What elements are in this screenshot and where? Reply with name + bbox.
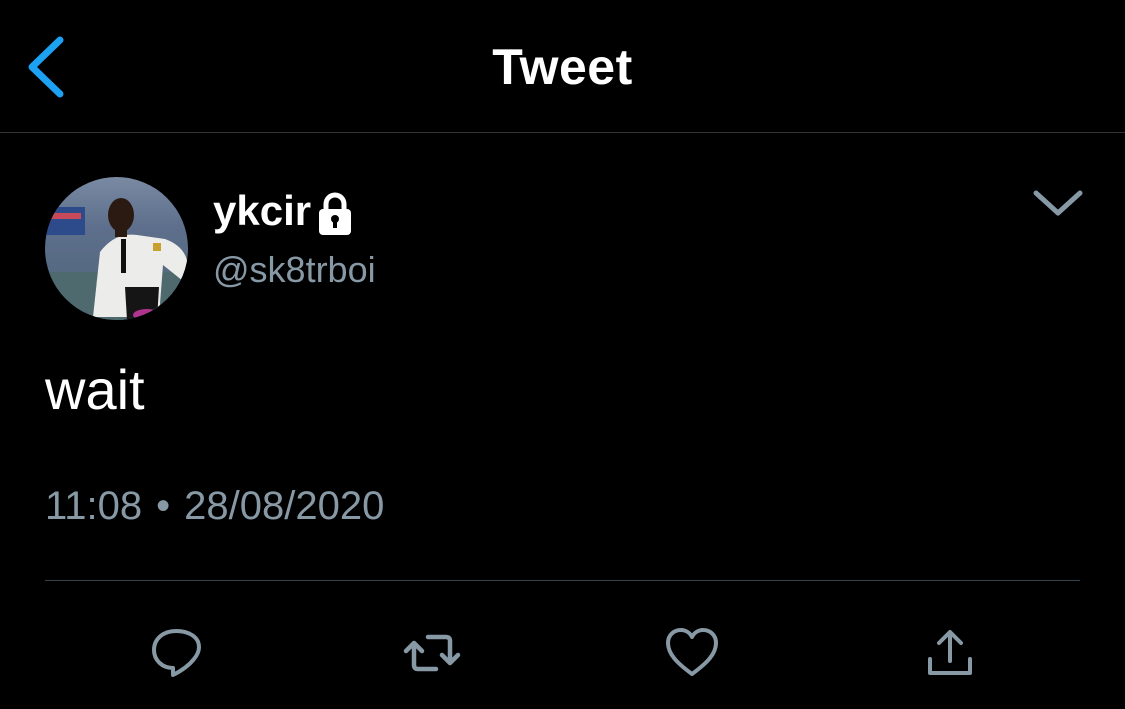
- share-button[interactable]: [920, 623, 980, 683]
- lock-icon: [319, 192, 352, 235]
- display-name[interactable]: ykcir: [213, 187, 311, 235]
- tweet-text: wait: [45, 358, 145, 421]
- top-bar: Tweet: [0, 0, 1125, 133]
- author-name-row[interactable]: ykcir: [213, 186, 355, 236]
- reply-button[interactable]: [146, 623, 206, 683]
- user-handle[interactable]: @sk8trboi: [213, 249, 376, 291]
- tweet-detail: ykcir @sk8trboi wait 11:08 • 28/08/2020: [0, 133, 1125, 709]
- tweet-time: 11:08: [45, 484, 143, 528]
- like-button[interactable]: [662, 623, 722, 683]
- retweet-button[interactable]: [402, 623, 462, 683]
- tweet-timestamp: 11:08 • 28/08/2020: [45, 483, 384, 529]
- tweet-date: 28/08/2020: [184, 484, 385, 528]
- action-bar: [0, 581, 1125, 709]
- heart-icon: [666, 628, 718, 676]
- retweet-icon: [403, 634, 461, 672]
- timestamp-separator: •: [156, 484, 171, 528]
- reply-icon: [152, 629, 201, 677]
- avatar-image: [45, 177, 188, 320]
- chevron-down-icon[interactable]: [1030, 185, 1086, 219]
- page-title: Tweet: [492, 39, 633, 95]
- avatar[interactable]: [45, 177, 188, 320]
- share-icon: [928, 630, 972, 675]
